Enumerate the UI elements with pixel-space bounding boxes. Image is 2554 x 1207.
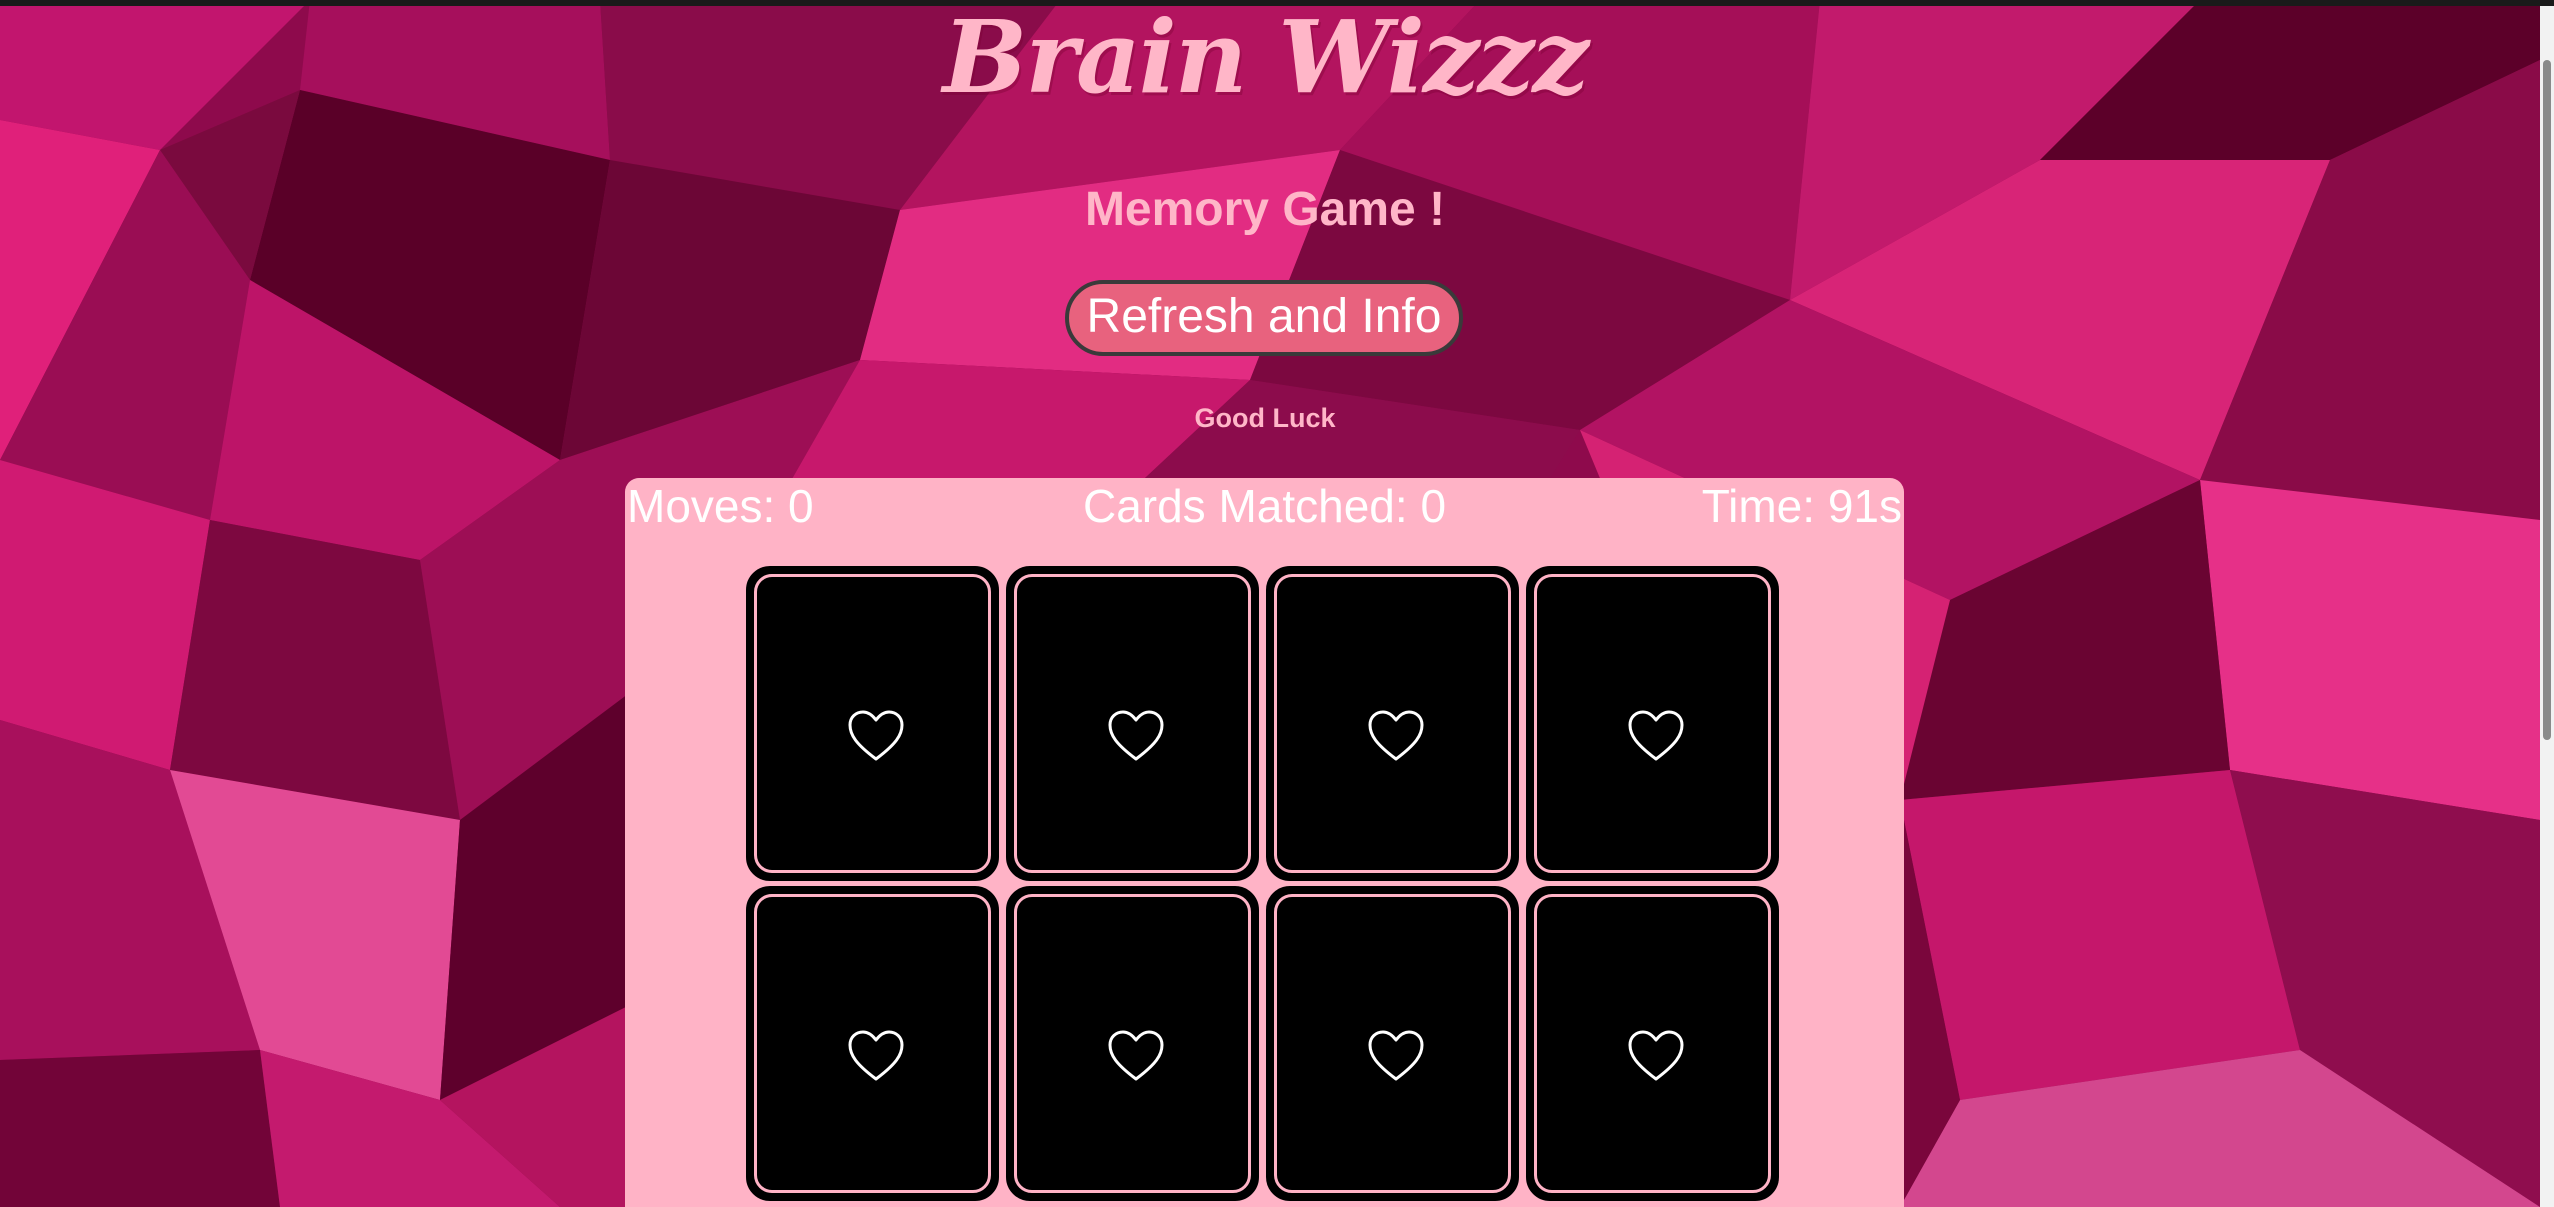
- game-subtitle: Memory Game !: [1084, 183, 1446, 236]
- heart-outline-icon: [848, 710, 904, 761]
- good-luck-text: Good Luck: [1194, 403, 1336, 433]
- browser-top-edge: [0, 0, 2554, 6]
- memory-card[interactable]: [1526, 566, 1779, 881]
- game-page: Brain Wizzz Memory Game ! Refresh and In…: [0, 0, 2540, 1207]
- game-title: Brain Wizzz: [942, 0, 1589, 116]
- heart-outline-icon: [1368, 710, 1424, 761]
- game-board: Moves: 0 Cards Matched: 0 Time: 91s: [625, 478, 1904, 1207]
- memory-card[interactable]: [746, 566, 999, 881]
- vertical-scrollbar[interactable]: [2540, 0, 2554, 1207]
- memory-card[interactable]: [1006, 566, 1259, 881]
- memory-card[interactable]: [746, 886, 999, 1201]
- memory-card[interactable]: [1266, 886, 1519, 1201]
- scrollbar-thumb[interactable]: [2543, 60, 2551, 740]
- heart-outline-icon: [1628, 710, 1684, 761]
- memory-card[interactable]: [1006, 886, 1259, 1201]
- heart-outline-icon: [1108, 1030, 1164, 1081]
- heart-outline-icon: [1628, 1030, 1684, 1081]
- memory-card[interactable]: [1526, 886, 1779, 1201]
- timer: Time: 91s: [1701, 480, 1902, 532]
- memory-card[interactable]: [1266, 566, 1519, 881]
- heart-outline-icon: [1108, 710, 1164, 761]
- heart-outline-icon: [848, 1030, 904, 1081]
- heart-outline-icon: [1368, 1030, 1424, 1081]
- refresh-and-info-button[interactable]: Refresh and Info: [1065, 280, 1463, 356]
